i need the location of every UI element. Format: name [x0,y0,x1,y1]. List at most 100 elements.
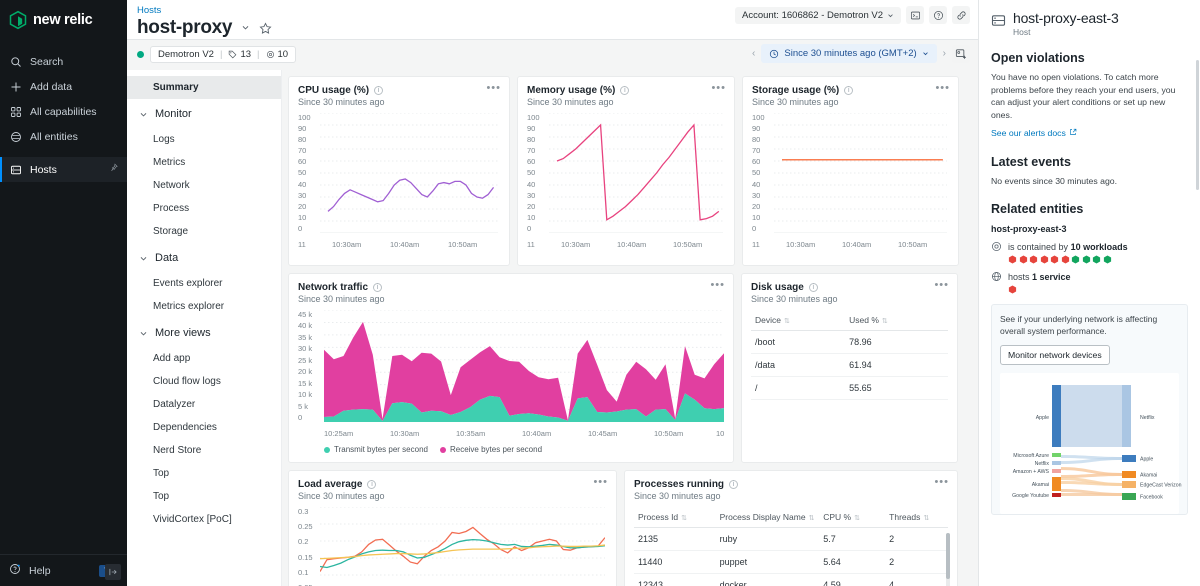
x-tick-label: 10:25am [324,429,353,438]
cell-threads: 4 [885,574,948,586]
column-header-process-name[interactable]: Process Display Name⇅ [716,508,820,528]
pin-icon[interactable] [109,163,119,176]
network-sankey-preview[interactable]: AppleMicrosoft AzureNetflixAmazon + AWSA… [1000,373,1179,514]
sidebar-item-label: Search [30,56,63,68]
subnav-item-datalyzer[interactable]: Datalyzer [127,393,281,416]
time-next-button[interactable]: › [940,48,949,59]
info-icon[interactable]: i [373,283,382,292]
subnav-item-network[interactable]: Network [127,174,281,197]
sidebar-item-all-capabilities[interactable]: All capabilities [0,99,127,124]
subnav-group-monitor[interactable]: Monitor [127,99,281,128]
time-range-picker[interactable]: Since 30 minutes ago (GMT+2) [761,44,936,63]
account-selector[interactable]: Account: 1606862 - Demotron V2 [735,7,901,24]
link-icon-button[interactable] [952,6,970,24]
status-hexagon[interactable] [1071,255,1080,264]
card-menu-button[interactable]: ••• [934,281,949,289]
subnav-item-events-explorer[interactable]: Events explorer [127,272,281,295]
y-tick-label: 0.1 [298,568,320,577]
chevron-down-icon[interactable] [239,23,252,34]
info-icon[interactable]: i [809,283,818,292]
info-icon[interactable]: i [620,86,629,95]
status-hexagon[interactable] [1019,255,1028,264]
status-hexagon[interactable] [1008,285,1017,294]
card-menu-button[interactable]: ••• [593,478,608,486]
time-prev-button[interactable]: ‹ [749,48,758,59]
subnav-item-vividcortex[interactable]: VividCortex [PoC] [127,508,281,531]
table-row[interactable]: 12343 docker 4.59 4 [634,574,948,586]
status-hexagon[interactable] [1029,255,1038,264]
legend-item-transmit[interactable]: Transmit bytes per second [324,445,428,454]
subnav-item-storage[interactable]: Storage [127,220,281,243]
terminal-icon-button[interactable] [906,6,924,24]
sidebar-item-add-data[interactable]: Add data [0,74,127,99]
sidebar-item-hosts[interactable]: Hosts [0,157,127,182]
column-header-threads[interactable]: Threads⇅ [885,508,948,528]
subnav-item-nerd-store[interactable]: Nerd Store [127,439,281,462]
add-to-dashboard-icon-button[interactable] [952,45,970,63]
status-hexagon[interactable] [1092,255,1101,264]
subnav-group-label: Monitor [155,108,192,120]
card-menu-button[interactable]: ••• [486,84,501,92]
subnav-item-logs[interactable]: Logs [127,128,281,151]
table-row[interactable]: / 55.65 [751,377,948,400]
favorite-star-icon[interactable] [259,22,272,35]
subnav-group-more-views[interactable]: More views [127,318,281,347]
sidebar-item-search[interactable]: Search [0,49,127,74]
subnav-item-summary[interactable]: Summary [127,76,281,99]
subnav-group-data[interactable]: Data [127,243,281,272]
card-menu-button[interactable]: ••• [935,84,950,92]
subnav-item-top-1[interactable]: Top [127,462,281,485]
collapse-sidebar-button[interactable] [105,564,121,580]
status-hexagon[interactable] [1061,255,1070,264]
column-header-cpu[interactable]: CPU %⇅ [819,508,885,528]
sidebar-item-label: All entities [30,131,78,143]
x-tick-label: 10:50am [673,240,702,249]
hosts-service-row[interactable]: hosts 1 service [991,271,1188,282]
alerts-docs-link[interactable]: See our alerts docs [991,128,1077,138]
contained-by-row[interactable]: is contained by 10 workloads [991,241,1188,252]
column-header-process-id[interactable]: Process Id⇅ [634,508,716,528]
panel-scrollbar[interactable] [1196,60,1199,190]
subnav-item-add-app[interactable]: Add app [127,347,281,370]
sidebar-item-all-entities[interactable]: All entities [0,124,127,149]
card-menu-button[interactable]: ••• [710,281,725,289]
table-row[interactable]: /data 61.94 [751,354,948,377]
info-icon[interactable]: i [367,480,376,489]
y-tick-label: 70 [298,146,320,155]
subnav-item-metrics[interactable]: Metrics [127,151,281,174]
help-circle-icon-button[interactable] [929,6,947,24]
entity-meta-chip[interactable]: Demotron V2 | 13 | 10 [150,46,296,63]
table-row[interactable]: /boot 78.96 [751,331,948,354]
card-header: Disk usage i [751,282,948,293]
x-tick-label: 10:50am [898,240,927,249]
column-header-used[interactable]: Used %⇅ [845,311,948,331]
table-row[interactable]: 11440 puppet 5.64 2 [634,551,948,574]
status-hexagon[interactable] [1082,255,1091,264]
status-hexagon[interactable] [1008,255,1017,264]
status-hexagon[interactable] [1040,255,1049,264]
info-icon[interactable]: i [844,86,853,95]
subnav-item-dependencies[interactable]: Dependencies [127,416,281,439]
brand-logo-area[interactable]: new relic [0,0,127,40]
subnav-item-top-2[interactable]: Top [127,485,281,508]
tag-count-group[interactable]: 13 [228,49,251,60]
legend-item-receive[interactable]: Receive bytes per second [440,445,542,454]
column-header-device[interactable]: Device⇅ [751,311,845,331]
info-icon[interactable]: i [374,86,383,95]
status-hexagon[interactable] [1103,255,1112,264]
column-label: Process Display Name [720,512,806,522]
subnav-item-process[interactable]: Process [127,197,281,220]
subnav-item-cloud-flow-logs[interactable]: Cloud flow logs [127,370,281,393]
card-menu-button[interactable]: ••• [934,478,949,486]
status-hexagon[interactable] [1050,255,1059,264]
y-tick-label: 70 [752,146,774,155]
subnav-item-metrics-explorer[interactable]: Metrics explorer [127,295,281,318]
info-icon[interactable]: i [729,480,738,489]
card-header: Storage usage (%) i [752,85,949,96]
chart-row-3: Load average i ••• Since 30 minutes ago … [288,470,972,586]
table-row[interactable]: 2135 ruby 5.7 2 [634,528,948,551]
monitor-network-devices-button[interactable]: Monitor network devices [1000,345,1110,365]
table-scrollbar[interactable] [946,533,950,586]
card-menu-button[interactable]: ••• [711,84,726,92]
target-count-group[interactable]: 10 [266,49,289,60]
